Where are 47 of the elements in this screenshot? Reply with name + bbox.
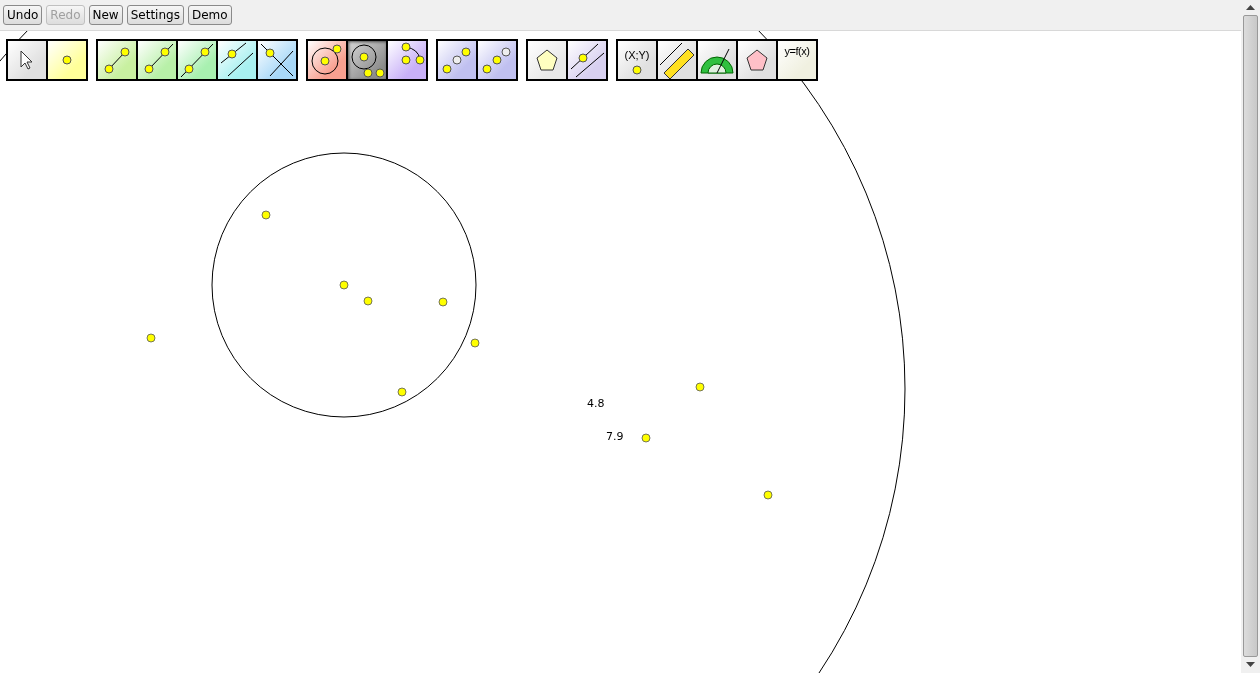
scroll-down-icon[interactable]	[1246, 662, 1255, 667]
menu-button[interactable]: Undo	[3, 5, 43, 25]
line-icon	[178, 41, 216, 79]
ruler-tool[interactable]	[658, 41, 696, 79]
midpoint-tool[interactable]	[438, 41, 476, 79]
circle-radius-tool[interactable]	[348, 41, 386, 79]
point[interactable]	[763, 490, 773, 500]
point[interactable]	[146, 333, 156, 343]
scrollbar-thumb[interactable]	[1243, 15, 1258, 657]
crossing-lines-icon	[258, 41, 296, 79]
point[interactable]	[470, 338, 480, 348]
measurement-label: 7.9	[606, 430, 624, 443]
function-tool[interactable]: y=f(x)	[778, 41, 816, 79]
measurement-label: 4.8	[587, 397, 605, 410]
point-on-line-tool[interactable]	[568, 41, 606, 79]
line-tool[interactable]	[178, 41, 216, 79]
reflect-tool[interactable]	[478, 41, 516, 79]
point-on-line-icon	[568, 41, 606, 79]
circle-tool[interactable]	[308, 41, 346, 79]
point[interactable]	[397, 387, 407, 397]
point-icon	[632, 65, 642, 75]
point[interactable]	[363, 296, 373, 306]
parallel-tool[interactable]	[218, 41, 256, 79]
point[interactable]	[261, 210, 271, 220]
parallel-lines-icon	[218, 41, 256, 79]
coordinates-tool[interactable]: (X;Y)	[618, 41, 656, 79]
segment-tool[interactable]	[98, 41, 136, 79]
vertical-scrollbar[interactable]	[1241, 0, 1260, 673]
menu-button[interactable]: Demo	[187, 5, 232, 25]
polygon-tool[interactable]	[528, 41, 566, 79]
point[interactable]	[339, 280, 349, 290]
pentagon-icon	[746, 49, 768, 71]
point[interactable]	[695, 382, 705, 392]
point-icon	[62, 55, 72, 65]
arc-icon	[401, 42, 425, 65]
pentagon-icon	[536, 49, 558, 71]
arc-tool[interactable]	[388, 41, 426, 79]
menu-button[interactable]: New	[88, 5, 123, 25]
menu-button[interactable]: Settings	[126, 5, 184, 25]
pointer-tool[interactable]	[8, 41, 46, 79]
point[interactable]	[641, 433, 651, 443]
ray-tool[interactable]	[138, 41, 176, 79]
protractor-tool[interactable]	[698, 41, 736, 79]
point[interactable]	[438, 297, 448, 307]
perpendicular-tool[interactable]	[258, 41, 296, 79]
scroll-up-icon[interactable]	[1246, 5, 1255, 10]
regular-polygon-tool[interactable]	[738, 41, 776, 79]
